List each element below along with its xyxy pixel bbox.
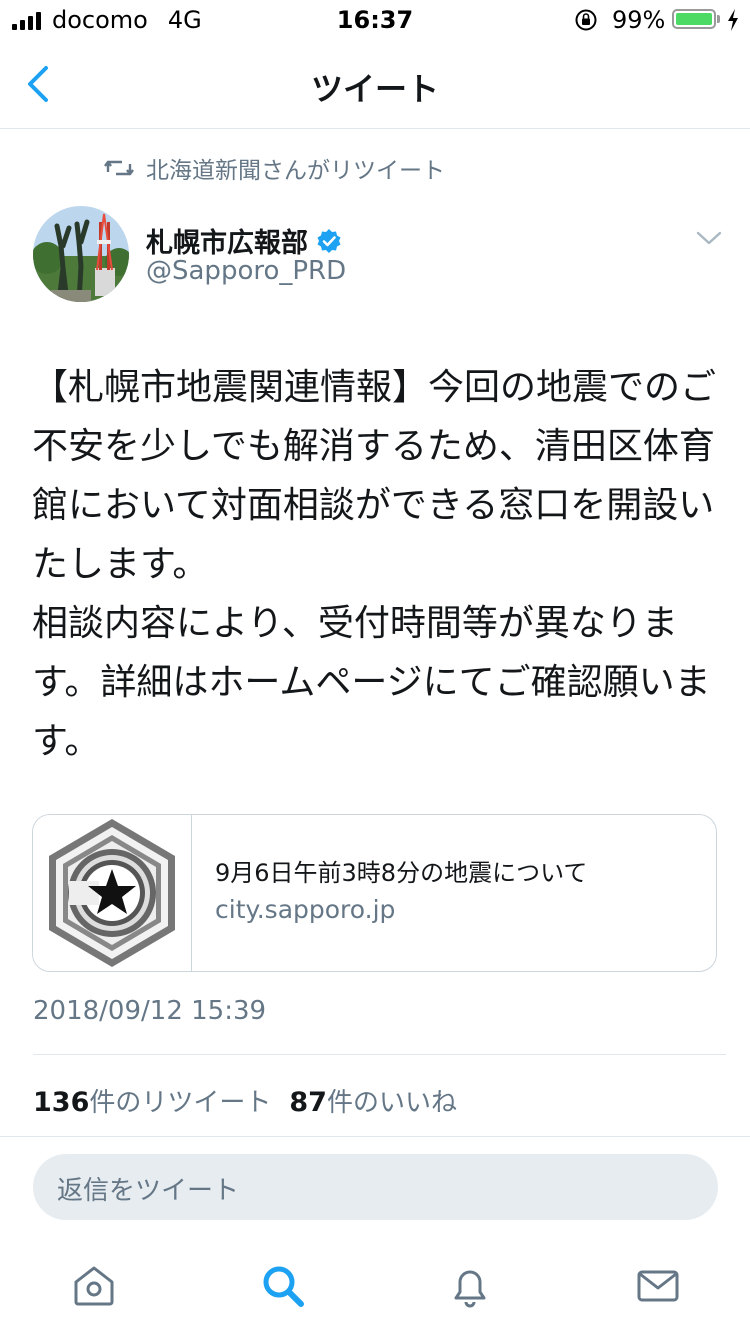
divider <box>0 1136 750 1137</box>
page-title: ツイート <box>310 70 439 108</box>
battery-icon <box>672 9 716 29</box>
messages-icon <box>637 1270 679 1302</box>
charging-bolt-icon <box>728 9 738 31</box>
notifications-icon <box>454 1270 486 1308</box>
author-name-row[interactable]: 札幌市広報部 <box>146 221 342 260</box>
divider <box>33 1054 726 1055</box>
orientation-lock-icon <box>575 9 597 31</box>
battery-level <box>676 13 712 25</box>
avatar[interactable] <box>33 206 129 302</box>
battery-percent: 99% <box>612 6 666 34</box>
chevron-down-icon[interactable] <box>694 228 724 248</box>
retweets-label: 件のリツイート <box>89 1088 272 1118</box>
card-title: 9月6日午前3時8分の地震について <box>215 859 588 887</box>
tab-messages[interactable] <box>630 1258 686 1314</box>
tweet-text: 【札幌市地震関連情報】今回の地震でのご不安を少しでも解消するため、清田区体育館に… <box>32 367 717 762</box>
author-display-name: 札幌市広報部 <box>146 228 308 259</box>
status-bar: docomo 4G 16:37 99% <box>0 0 750 40</box>
navigation-bar: ツイート <box>0 40 750 129</box>
search-icon <box>263 1266 304 1307</box>
home-icon <box>74 1266 114 1306</box>
retweet-context[interactable]: 北海道新聞さんがリツイート <box>104 152 445 184</box>
battery-tip <box>717 15 720 23</box>
likes-label: 件のいいね <box>326 1088 457 1118</box>
likes-count: 87 <box>289 1087 327 1118</box>
card-thumbnail <box>33 815 192 971</box>
verified-badge-icon <box>317 228 341 253</box>
retweet-icon <box>104 160 134 176</box>
sapporo-emblem-icon <box>49 819 175 967</box>
tweet-timestamp: 2018/09/12 15:39 <box>33 996 267 1026</box>
reply-input[interactable]: 返信をツイート <box>33 1154 718 1220</box>
reply-placeholder: 返信をツイート <box>57 1176 240 1206</box>
tab-notifications[interactable] <box>442 1258 498 1314</box>
card-domain: city.sapporo.jp <box>215 895 396 924</box>
tab-search[interactable] <box>255 1258 311 1314</box>
retweet-context-text: 北海道新聞さんがリツイート <box>146 158 445 184</box>
retweets-stat[interactable]: 136件のリツイート <box>33 1082 271 1119</box>
avatar-image <box>33 206 129 302</box>
retweets-count: 136 <box>33 1087 90 1118</box>
link-card[interactable]: 9月6日午前3時8分の地震について city.sapporo.jp <box>32 814 717 972</box>
tweet-stats: 136件のリツイート 87件のいいね <box>33 1082 457 1119</box>
likes-stat[interactable]: 87件のいいね <box>289 1082 457 1119</box>
tab-home[interactable] <box>66 1258 122 1314</box>
author-handle[interactable]: @Sapporo_PRD <box>146 256 346 286</box>
